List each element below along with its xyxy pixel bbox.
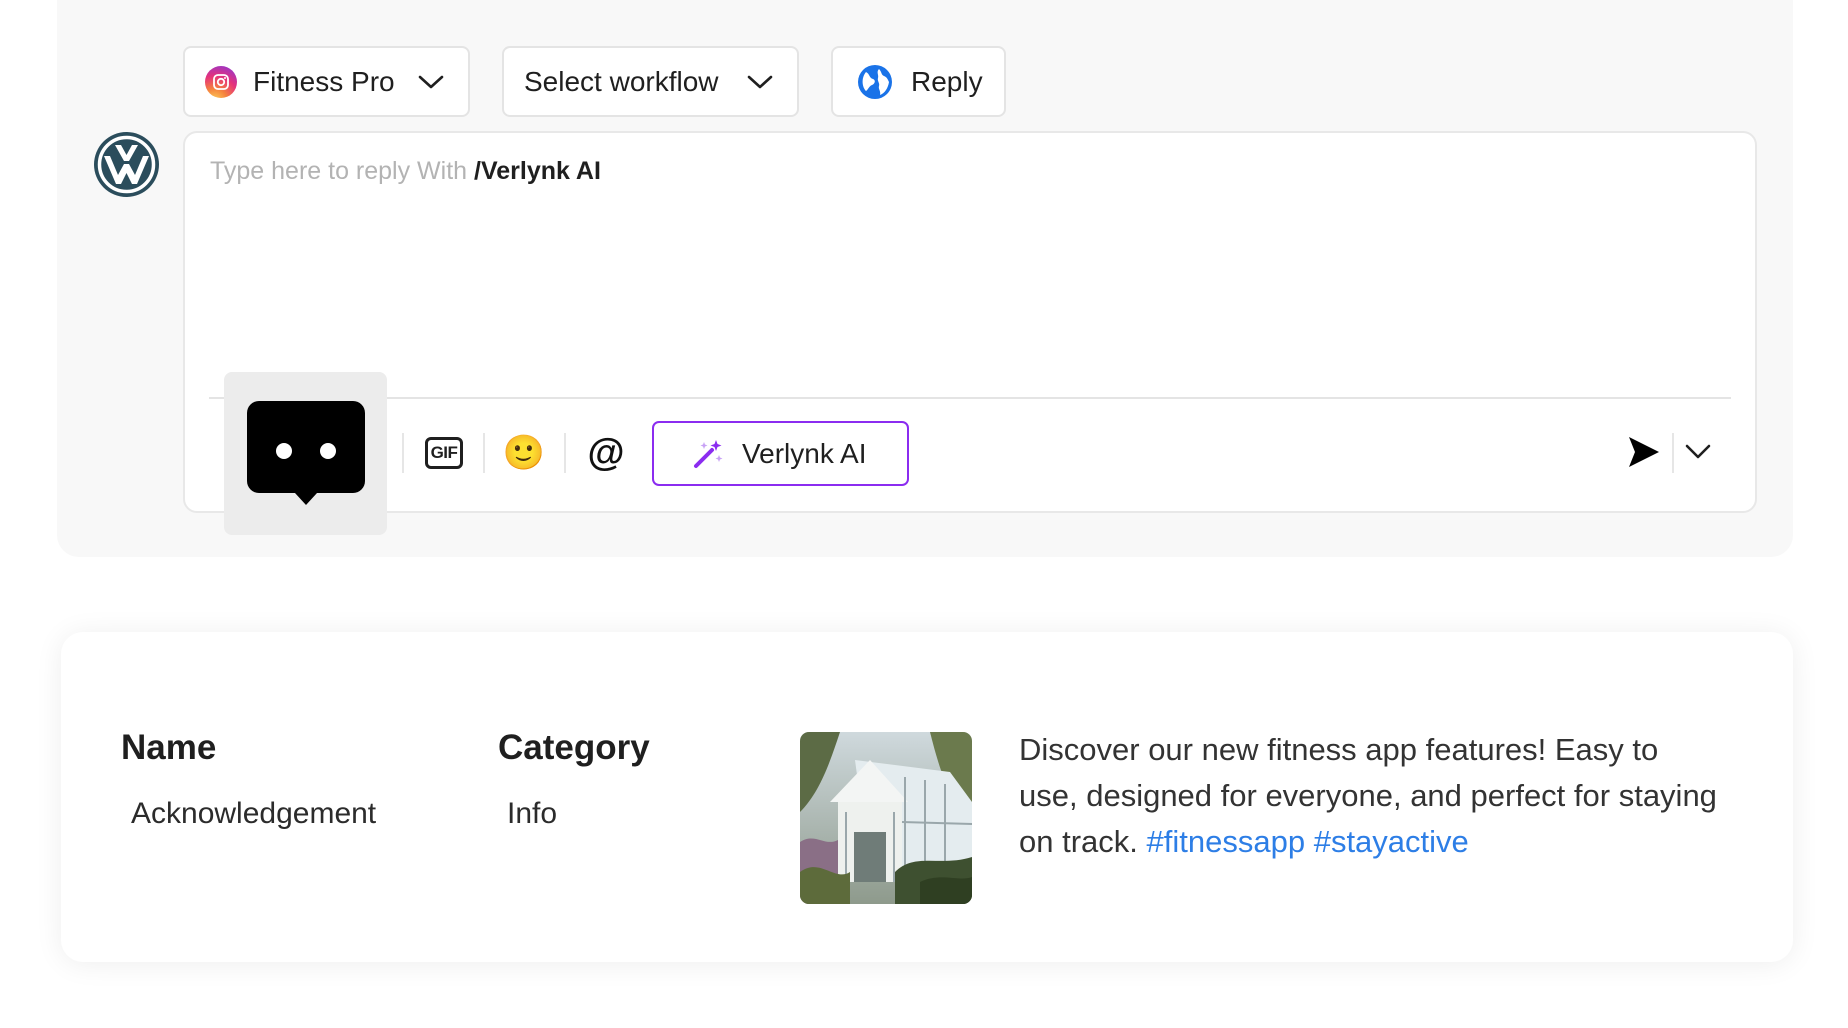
send-icon — [1629, 437, 1659, 467]
chevron-down-icon — [1685, 444, 1711, 459]
mention-button[interactable]: @ — [585, 433, 627, 473]
toolbar-divider — [564, 433, 566, 473]
template-name: Acknowledgement — [131, 797, 377, 830]
ai-button-label: Verlynk AI — [742, 437, 867, 469]
at-icon: @ — [587, 432, 625, 474]
hashtag[interactable]: #fitnessapp — [1147, 824, 1306, 859]
workflow-label: Select workflow — [524, 65, 719, 97]
reply-mode-button[interactable]: Reply — [831, 46, 1006, 117]
brand-avatar — [93, 131, 160, 198]
name-header: Name — [121, 728, 217, 767]
template-card[interactable]: Name Category Acknowledgement Info Disco… — [61, 632, 1793, 962]
category-header: Category — [498, 728, 650, 767]
send-options-button[interactable] — [1684, 443, 1712, 466]
template-category: Info — [507, 797, 558, 830]
chevron-down-icon — [418, 74, 444, 90]
post-thumbnail — [800, 732, 972, 904]
ai-command: /Verlynk AI — [474, 157, 601, 185]
magic-wand-icon — [692, 438, 724, 470]
instagram-icon — [205, 65, 237, 98]
reply-label: Reply — [911, 65, 983, 97]
chevron-down-icon — [747, 74, 773, 90]
reply-editor[interactable]: Type here to reply With /Verlynk AI — [183, 131, 1757, 513]
emoji-icon: 🙂 — [502, 434, 546, 472]
account-label: Fitness Pro — [253, 65, 395, 97]
reply-composer: Fitness Pro Select workflow Reply Type h… — [57, 0, 1793, 557]
emoji-button[interactable]: 🙂 — [503, 433, 545, 473]
chat-bubble-tile[interactable] — [224, 372, 387, 535]
send-button[interactable] — [1627, 435, 1661, 474]
verlynk-ai-button[interactable]: Verlynk AI — [652, 421, 909, 486]
toolbar-divider — [402, 433, 404, 473]
gif-button[interactable]: GIF — [423, 433, 465, 473]
editor-placeholder[interactable]: Type here to reply With /Verlynk AI — [210, 157, 601, 186]
toolbar-divider — [483, 433, 485, 473]
account-selector[interactable]: Fitness Pro — [183, 46, 470, 117]
send-divider — [1672, 433, 1674, 473]
workflow-selector[interactable]: Select workflow — [502, 46, 799, 117]
volkswagen-logo-icon — [94, 132, 159, 197]
gif-icon: GIF — [425, 437, 463, 469]
chat-bubble-icon — [246, 400, 365, 505]
globe-icon — [857, 64, 893, 100]
hashtag[interactable]: #stayactive — [1314, 824, 1469, 859]
editor-divider — [209, 397, 1731, 399]
post-caption: Discover our new fitness app features! E… — [1019, 727, 1719, 865]
